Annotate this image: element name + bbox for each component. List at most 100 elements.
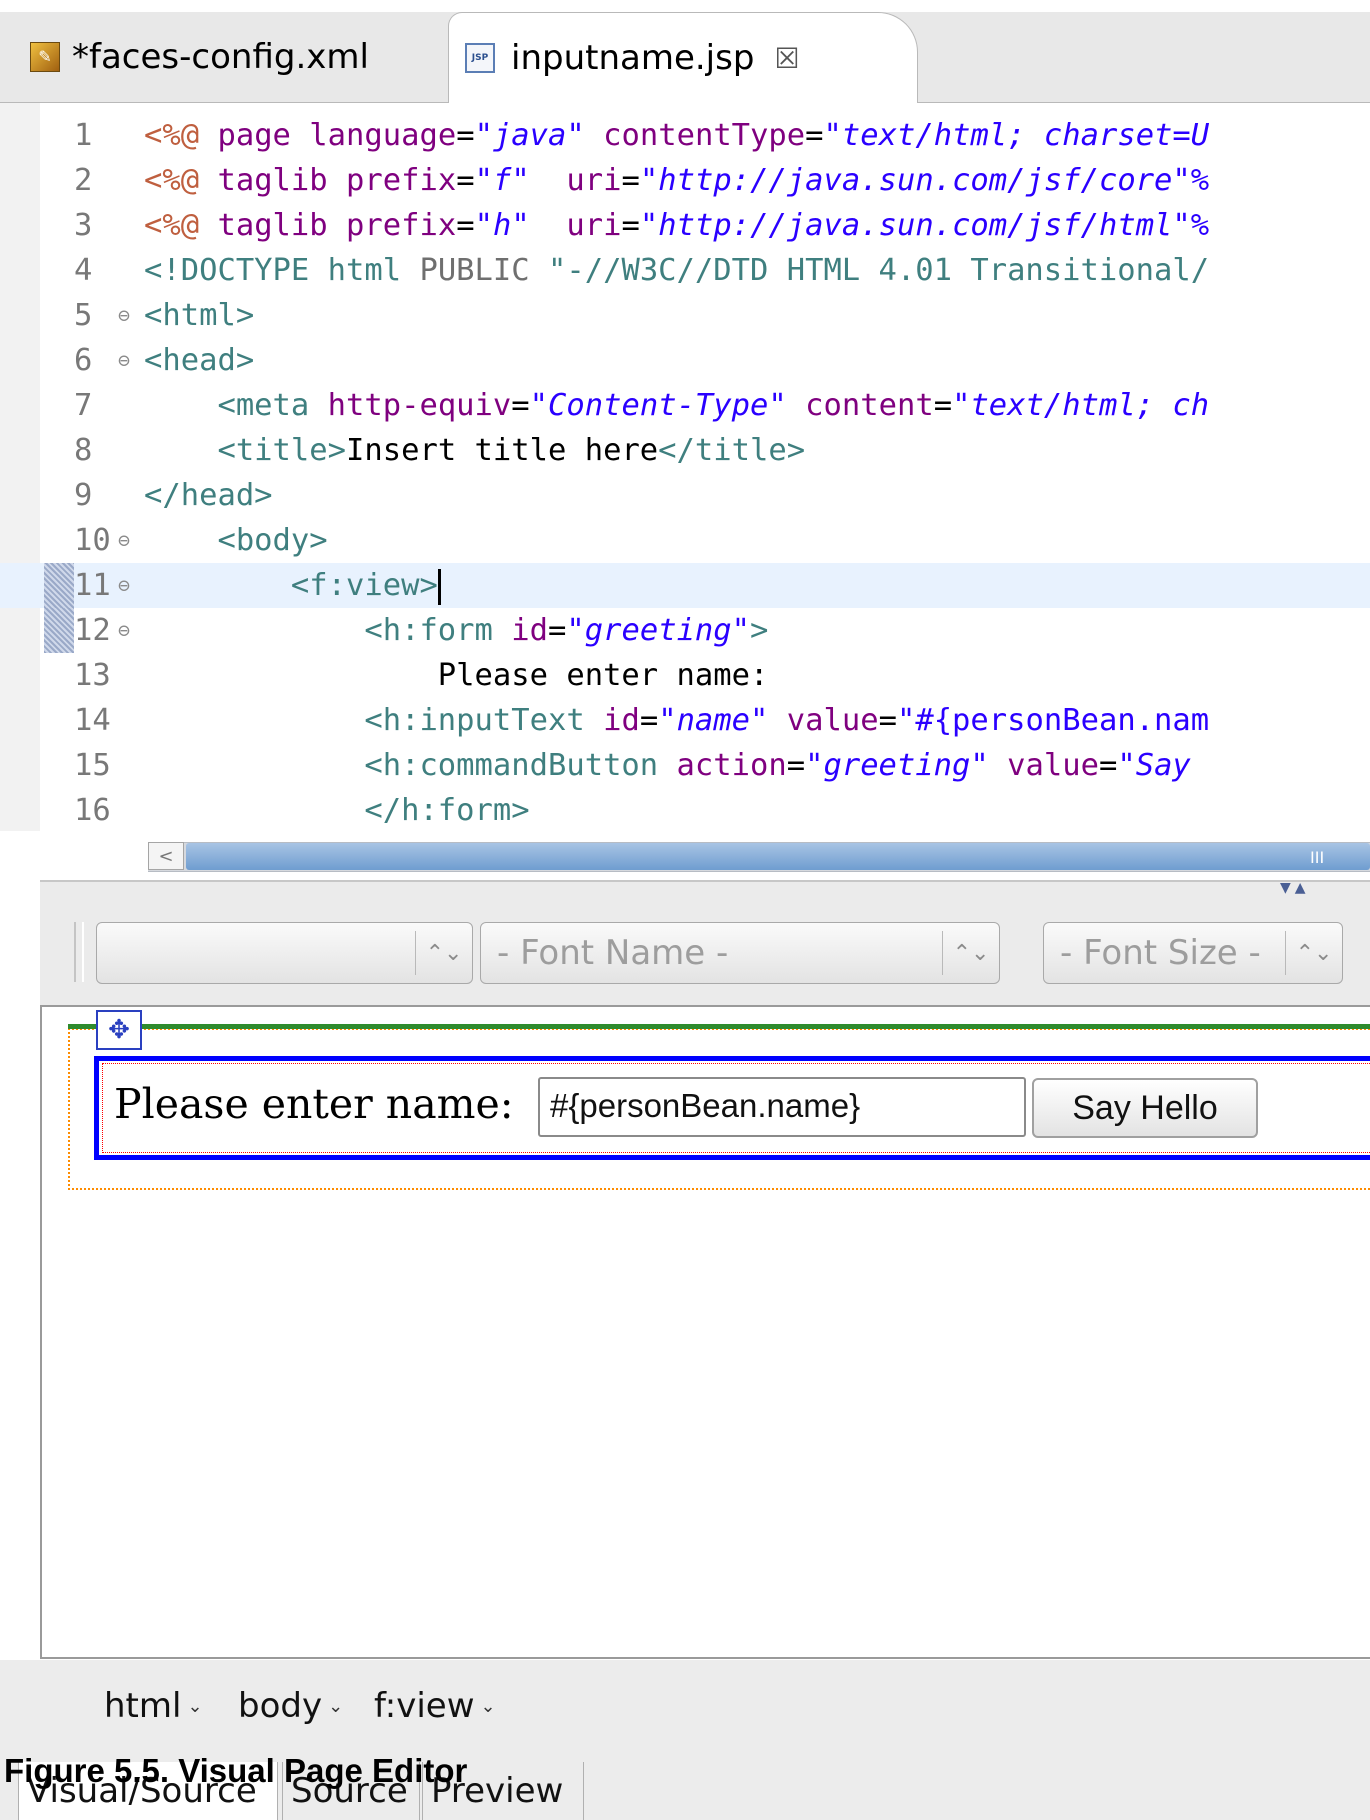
code-token: <h:inputText bbox=[364, 703, 604, 738]
code-token: = bbox=[639, 703, 659, 738]
scrollbar-thumb[interactable] bbox=[186, 843, 1370, 870]
code-text: <h:commandButton action="greeting" value… bbox=[144, 743, 1209, 788]
splitter-arrows-icon[interactable]: ▼▲ bbox=[1280, 880, 1310, 896]
tab-faces-config-label: *faces-config.xml bbox=[72, 36, 369, 77]
line-number: 3 bbox=[74, 208, 93, 243]
code-text: <title>Insert title here</title> bbox=[144, 428, 805, 473]
code-text: <body> bbox=[144, 518, 327, 563]
breadcrumb-html-label: html bbox=[104, 1686, 182, 1726]
code-line[interactable]: 13 Please enter name: bbox=[0, 653, 1370, 698]
move-handle-icon[interactable]: ✥ bbox=[96, 1010, 142, 1050]
code-token: " bbox=[658, 703, 677, 738]
code-text: <h:form id="greeting"> bbox=[144, 608, 768, 653]
code-token: " bbox=[529, 388, 549, 423]
code-token: contentType bbox=[603, 118, 806, 153]
code-token: = bbox=[933, 388, 953, 423]
fold-toggle-icon[interactable]: ⊖ bbox=[118, 563, 130, 608]
code-token: text/html; ch bbox=[970, 388, 1210, 423]
close-tab-icon[interactable]: ☒ bbox=[774, 42, 799, 75]
code-token: <h:form bbox=[364, 613, 512, 648]
format-select[interactable]: ⌃⌄ bbox=[96, 922, 473, 984]
pane-splitter[interactable] bbox=[40, 880, 1370, 902]
code-line[interactable]: 8 <title>Insert title here</title> bbox=[0, 428, 1370, 473]
code-token: greeting bbox=[823, 748, 971, 783]
code-token: name bbox=[676, 703, 751, 738]
breadcrumb-html[interactable]: html ⌄ bbox=[104, 1686, 203, 1726]
fold-toggle-icon[interactable]: ⊖ bbox=[118, 338, 130, 383]
font-name-select-arrows-icon[interactable]: ⌃⌄ bbox=[942, 931, 999, 975]
code-line[interactable]: 1 <%@ page language="java" contentType="t… bbox=[0, 113, 1370, 158]
tab-inputname-jsp[interactable]: JSP inputname.jsp ☒ bbox=[448, 12, 918, 103]
line-number: 10 bbox=[74, 523, 111, 558]
code-token: <h:commandButton bbox=[364, 748, 677, 783]
line-number: 15 bbox=[74, 748, 111, 783]
fold-toggle-icon[interactable]: ⊖ bbox=[118, 608, 130, 653]
code-line[interactable]: 10 ⊖ <body> bbox=[0, 518, 1370, 563]
line-number: 2 bbox=[74, 163, 93, 198]
code-text: <f:view> bbox=[144, 563, 441, 608]
code-text: <%@ taglib prefix="h" uri="http://java.s… bbox=[144, 203, 1209, 248]
code-token: " bbox=[970, 748, 989, 783]
breadcrumb-f-view[interactable]: f:view ⌄ bbox=[374, 1686, 496, 1726]
code-token: "% bbox=[1172, 163, 1210, 198]
font-name-select[interactable]: - Font Name - ⌃⌄ bbox=[480, 922, 1000, 984]
code-token: page language bbox=[217, 118, 457, 153]
code-token: <meta bbox=[217, 388, 328, 423]
tab-faces-config[interactable]: ✎ *faces-config.xml bbox=[0, 12, 450, 101]
scroll-left-arrow-icon[interactable]: < bbox=[148, 842, 184, 870]
code-token: > bbox=[750, 613, 769, 648]
code-token: " bbox=[952, 388, 971, 423]
code-token: <html> bbox=[144, 298, 255, 333]
code-line[interactable]: 6 ⊖ <head> bbox=[0, 338, 1370, 383]
font-size-select-arrows-icon[interactable]: ⌃⌄ bbox=[1285, 931, 1342, 975]
code-token: "-//W3C//DTD HTML 4.01 Transitional/ bbox=[548, 253, 1210, 288]
name-input[interactable]: #{personBean.name} bbox=[538, 1077, 1026, 1137]
code-token: <%@ bbox=[144, 208, 200, 243]
code-line[interactable]: 16 </h:form> bbox=[0, 788, 1370, 833]
code-token: " bbox=[511, 208, 530, 243]
code-line[interactable]: 15 <h:commandButton action="greeting" va… bbox=[0, 743, 1370, 788]
text-caret bbox=[437, 568, 441, 605]
code-line[interactable]: 9 </head> bbox=[0, 473, 1370, 518]
breadcrumb-body[interactable]: body ⌄ bbox=[238, 1686, 343, 1726]
code-line[interactable]: 4 <!DOCTYPE html PUBLIC "-//W3C//DTD HTML… bbox=[0, 248, 1370, 293]
line-number: 9 bbox=[74, 478, 93, 513]
code-token: <%@ bbox=[144, 118, 200, 153]
code-token: " bbox=[566, 118, 585, 153]
code-token: <!DOCTYPE html bbox=[144, 253, 420, 288]
say-hello-button[interactable]: Say Hello bbox=[1032, 1078, 1258, 1138]
fold-toggle-icon[interactable]: ⊖ bbox=[118, 293, 130, 338]
code-token: "#{personBean.nam bbox=[896, 703, 1210, 738]
code-token: " bbox=[474, 163, 493, 198]
code-token: uri bbox=[566, 208, 622, 243]
fold-toggle-icon[interactable]: ⊖ bbox=[118, 518, 130, 563]
font-size-select[interactable]: - Font Size - ⌃⌄ bbox=[1043, 922, 1343, 984]
code-token: " bbox=[639, 163, 659, 198]
code-token: taglib prefix bbox=[217, 163, 457, 198]
line-number: 12 bbox=[74, 613, 111, 648]
f-view-bar bbox=[68, 1024, 1370, 1029]
code-line[interactable]: 7 <meta http-equiv="Content-Type" conten… bbox=[0, 383, 1370, 428]
format-select-arrows-icon[interactable]: ⌃⌄ bbox=[415, 931, 472, 975]
code-line[interactable]: 14 <h:inputText id="name" value="#{perso… bbox=[0, 698, 1370, 743]
code-token: " bbox=[566, 613, 585, 648]
overview-marker bbox=[44, 608, 74, 653]
code-lines: 1 <%@ page language="java" contentType="t… bbox=[0, 113, 1370, 833]
code-text: <meta http-equiv="Content-Type" content=… bbox=[144, 383, 1209, 428]
code-token: h bbox=[492, 208, 512, 243]
code-line[interactable]: 5 ⊖ <html> bbox=[0, 293, 1370, 338]
code-token: = bbox=[1098, 748, 1118, 783]
code-token: " bbox=[474, 208, 493, 243]
code-line[interactable]: 2 <%@ taglib prefix="f" uri="http://java.… bbox=[0, 158, 1370, 203]
code-line[interactable]: 11 ⊖ <f:view> bbox=[0, 563, 1370, 608]
code-line[interactable]: 3 <%@ taglib prefix="h" uri="http://java.… bbox=[0, 203, 1370, 248]
code-line[interactable]: 12 ⊖ <h:form id="greeting"> bbox=[0, 608, 1370, 653]
